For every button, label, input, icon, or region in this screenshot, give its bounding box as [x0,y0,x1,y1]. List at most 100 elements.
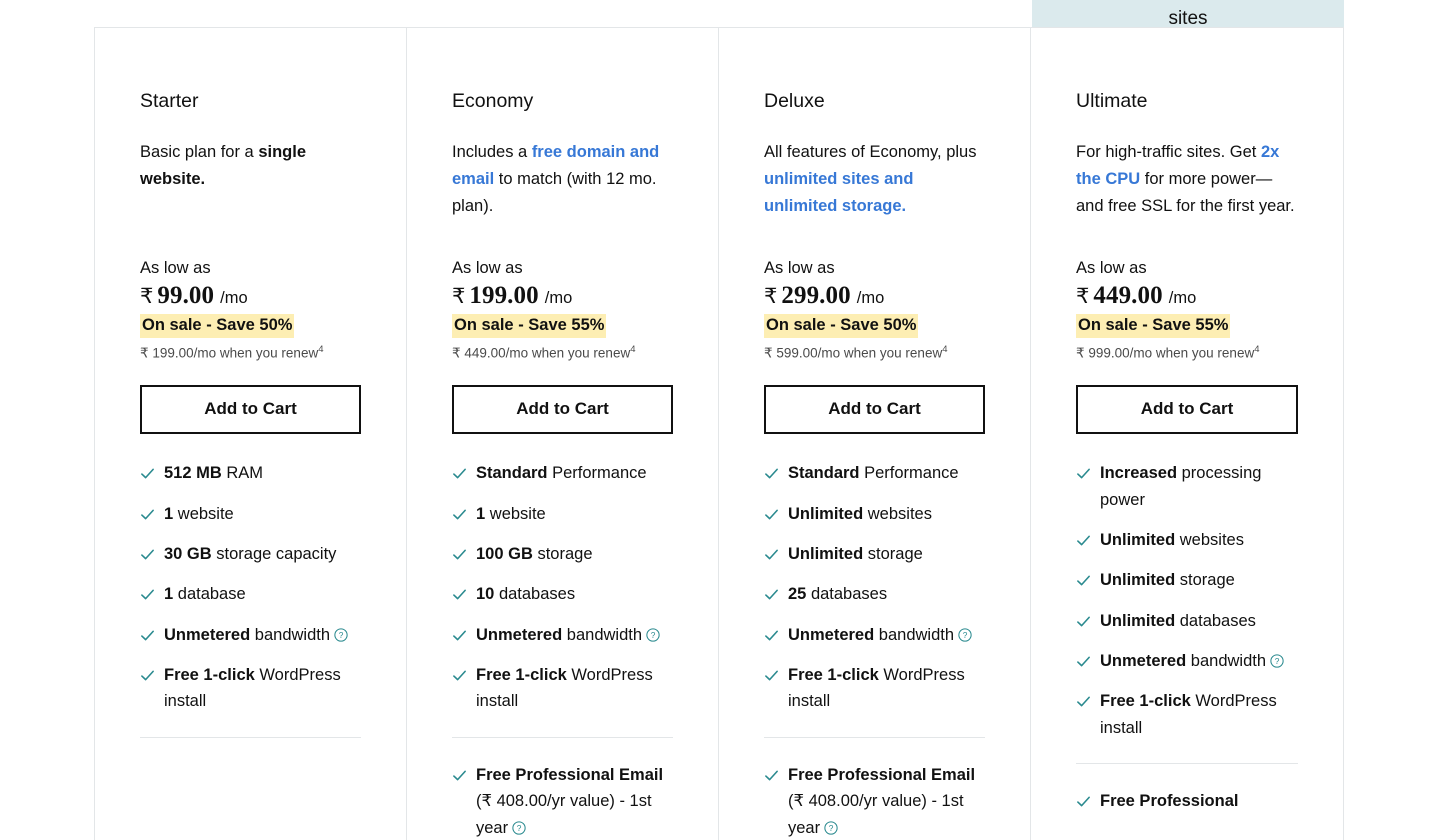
as-low-as-label: As low as [140,259,211,278]
feature-item: Unmetered bandwidth? [140,622,361,648]
feature-label: 512 MB RAM [164,464,264,483]
plan-column-deluxe: Deluxe All features of Economy, plus unli… [719,28,1031,840]
extra-feature-list: Free Professional Email (₹ 408.00/yr val… [764,762,985,840]
feature-item: Unmetered bandwidth? [1076,648,1298,674]
feature-label: Unmetered bandwidth? [788,622,972,648]
info-question-icon[interactable]: ? [958,628,972,642]
as-low-as-label: As low as [764,259,835,278]
check-icon [1076,614,1091,629]
plan-desc-link[interactable]: unlimited sites and unlimited storage. [764,170,913,215]
feature-label: 10 databases [476,585,576,604]
plan-description: For high-traffic sites. Get 2x the CPU f… [1076,143,1295,215]
price-amount: 99.00 [157,282,215,310]
feature-item: 1 database [140,581,361,607]
feature-item: Unlimited databases [1076,608,1298,634]
feature-list: 512 MB RAM 1 website 30 GB storage capacit… [140,460,361,715]
feature-label: Free 1-click WordPress install [476,666,653,711]
currency-symbol: ₹ [452,284,466,309]
feature-item: Standard Performance [764,460,985,486]
feature-item: 100 GB storage [452,541,673,567]
info-question-icon[interactable]: ? [646,628,660,642]
feature-item: Free 1-click WordPress install [140,662,361,715]
add-to-cart-button[interactable]: Add to Cart [1076,385,1298,435]
extra-feature-label: Free Professional [1100,792,1239,811]
feature-label: Free 1-click WordPress install [164,666,341,711]
price-amount: 449.00 [1093,282,1163,310]
pricing-page: sites Starter Basic plan for a single web… [0,0,1440,840]
check-icon [140,628,155,643]
plan-description: Includes a free domain and email to matc… [452,143,660,215]
svg-text:?: ? [517,823,522,833]
feature-label: Standard Performance [476,464,647,483]
plan-grid: Starter Basic plan for a single website. A… [94,27,1344,840]
sale-badge: On sale - Save 50% [140,314,295,339]
feature-item: Unlimited storage [764,541,985,567]
extra-feature-label: Free Professional Email (₹ 408.00/yr val… [476,765,664,837]
footnote-marker: 4 [942,344,948,356]
feature-item: Increased processing power [1076,460,1298,513]
footnote-marker: 4 [630,344,636,356]
info-question-icon[interactable]: ? [334,628,348,642]
check-icon [764,466,779,481]
check-icon [764,768,779,783]
feature-label: 1 website [476,504,546,523]
feature-item: Standard Performance [452,460,673,486]
plan-column-starter: Starter Basic plan for a single website. A… [95,28,407,840]
check-icon [140,466,155,481]
info-question-icon[interactable]: ? [1270,654,1284,668]
section-divider [452,736,673,738]
check-icon [764,628,779,643]
svg-text:?: ? [651,630,656,640]
feature-label: Unlimited websites [1100,530,1244,549]
feature-item: Free 1-click WordPress install [1076,688,1298,741]
add-to-cart-button[interactable]: Add to Cart [452,385,673,435]
feature-item: 1 website [140,501,361,527]
check-icon [1076,533,1091,548]
price-line: ₹299.00/mo [764,282,985,310]
feature-item: 512 MB RAM [140,460,361,486]
feature-label: Unlimited storage [1100,571,1235,590]
price-period: /mo [544,289,573,308]
price-line: ₹99.00/mo [140,282,361,310]
feature-label: Unmetered bandwidth? [476,622,660,648]
feature-item: Unlimited storage [1076,567,1298,593]
plan-column-ultimate: Ultimate For high-traffic sites. Get 2x t… [1031,28,1343,840]
check-icon [764,507,779,522]
feature-label: 100 GB storage [476,544,593,563]
extra-feature-list: Free Professional Email (₹ 408.00/yr val… [452,762,673,840]
feature-item: 1 website [452,501,673,527]
section-divider [140,736,361,738]
check-icon [140,507,155,522]
feature-list: Increased processing power Unlimited webs… [1076,460,1298,741]
check-icon [452,587,467,602]
price-block: As low as ₹199.00/mo On sale - Save 55% ₹ 4… [452,257,673,363]
add-to-cart-button[interactable]: Add to Cart [140,385,361,435]
info-question-icon[interactable]: ? [824,821,838,835]
svg-text:?: ? [963,630,968,640]
feature-label: Standard Performance [788,464,959,483]
section-divider [764,736,985,738]
feature-label: Unmetered bandwidth? [164,622,348,648]
svg-text:?: ? [1275,656,1280,666]
price-amount: 299.00 [781,282,851,310]
feature-item: Free 1-click WordPress install [452,662,673,715]
add-to-cart-button[interactable]: Add to Cart [764,385,985,435]
feature-item: Unlimited websites [1076,527,1298,553]
plan-desc-link[interactable]: free domain and email [452,143,659,188]
feature-label: Unlimited storage [788,544,923,563]
promo-banner-label: sites [1168,8,1208,29]
check-icon [452,466,467,481]
feature-item: Unmetered bandwidth? [764,622,985,648]
feature-item: 25 databases [764,581,985,607]
check-icon [1076,466,1091,481]
plan-desc-link[interactable]: 2x the CPU [1076,143,1279,188]
info-question-icon[interactable]: ? [512,821,526,835]
check-icon [452,547,467,562]
feature-label: 1 website [164,504,234,523]
feature-label: 30 GB storage capacity [164,544,337,563]
feature-item: Unlimited websites [764,501,985,527]
check-icon [764,668,779,683]
price-period: /mo [856,289,885,308]
svg-text:?: ? [829,823,834,833]
check-icon [140,547,155,562]
